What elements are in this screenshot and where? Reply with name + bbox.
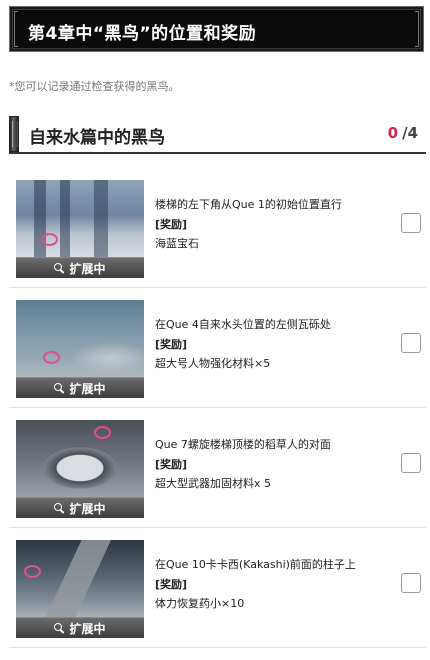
collected-count: 0/4 — [388, 124, 418, 142]
reward-label: [奖励] — [155, 338, 188, 351]
reward-text: 体力恢复药小×10 — [155, 597, 245, 610]
reward-text: 超大号人物强化材料×5 — [155, 357, 271, 370]
location-image — [16, 420, 144, 497]
count-current: 0 — [387, 124, 399, 142]
expand-button[interactable]: 扩展中 — [16, 617, 144, 638]
reward-label: [奖励] — [155, 218, 188, 231]
location-text: 在Que 10卡卡西(Kakashi)前面的柱子上 — [155, 558, 356, 571]
reward-label: [奖励] — [155, 578, 188, 591]
location-thumbnail[interactable]: 扩展中 — [16, 540, 144, 638]
collected-checkbox[interactable] — [401, 573, 421, 593]
list-item: 扩展中 在Que 10卡卡西(Kakashi)前面的柱子上 [奖励] 体力恢复药… — [9, 528, 426, 648]
list-item: 扩展中 楼梯的左下角从Que 1的初始位置直行 [奖励] 海蓝宝石 — [9, 168, 426, 288]
location-image — [16, 180, 144, 257]
location-marker-icon — [41, 233, 58, 246]
count-total: 4 — [407, 124, 418, 142]
expand-button[interactable]: 扩展中 — [16, 257, 144, 278]
collected-checkbox[interactable] — [401, 213, 421, 233]
page-title-bar: 第4章中“黑鸟”的位置和奖励 — [9, 6, 424, 52]
location-marker-icon — [94, 426, 111, 439]
page-title: 第4章中“黑鸟”的位置和奖励 — [28, 24, 257, 44]
expand-button-label: 扩展中 — [69, 501, 106, 516]
zoom-in-icon — [54, 262, 65, 274]
collected-checkbox[interactable] — [401, 453, 421, 473]
zoom-in-icon — [54, 622, 65, 634]
location-thumbnail[interactable]: 扩展中 — [16, 420, 144, 518]
expand-button-label: 扩展中 — [69, 261, 106, 276]
reward-text: 超大型武器加固材料x 5 — [155, 477, 272, 490]
location-image — [16, 300, 144, 377]
expand-button-label: 扩展中 — [69, 621, 106, 636]
zoom-in-icon — [54, 382, 65, 394]
collected-checkbox[interactable] — [401, 333, 421, 353]
zoom-in-icon — [54, 502, 65, 514]
location-text: Que 7螺旋楼梯顶楼的稻草人的对面 — [155, 438, 331, 451]
section-title: 自来水篇中的黑鸟 — [29, 128, 165, 148]
section-header: 自来水篇中的黑鸟 0/4 — [9, 116, 426, 154]
reward-label: [奖励] — [155, 458, 188, 471]
reward-text: 海蓝宝石 — [155, 237, 199, 250]
location-image — [16, 540, 144, 617]
list-item: 扩展中 Que 7螺旋楼梯顶楼的稻草人的对面 [奖励] 超大型武器加固材料x 5 — [9, 408, 426, 528]
expand-button[interactable]: 扩展中 — [16, 497, 144, 518]
location-marker-icon — [24, 565, 41, 578]
location-text: 楼梯的左下角从Que 1的初始位置直行 — [155, 198, 342, 211]
location-text: 在Que 4自来水头位置的左侧瓦砾处 — [155, 318, 331, 331]
list-item: 扩展中 在Que 4自来水头位置的左侧瓦砾处 [奖励] 超大号人物强化材料×5 — [9, 288, 426, 408]
location-thumbnail[interactable]: 扩展中 — [16, 180, 144, 278]
expand-button[interactable]: 扩展中 — [16, 377, 144, 398]
location-marker-icon — [43, 351, 60, 364]
location-thumbnail[interactable]: 扩展中 — [16, 300, 144, 398]
section-emblem-icon — [9, 116, 19, 152]
expand-button-label: 扩展中 — [69, 381, 106, 396]
note-text: *您可以记录通过检查获得的黑鸟。 — [9, 80, 180, 93]
